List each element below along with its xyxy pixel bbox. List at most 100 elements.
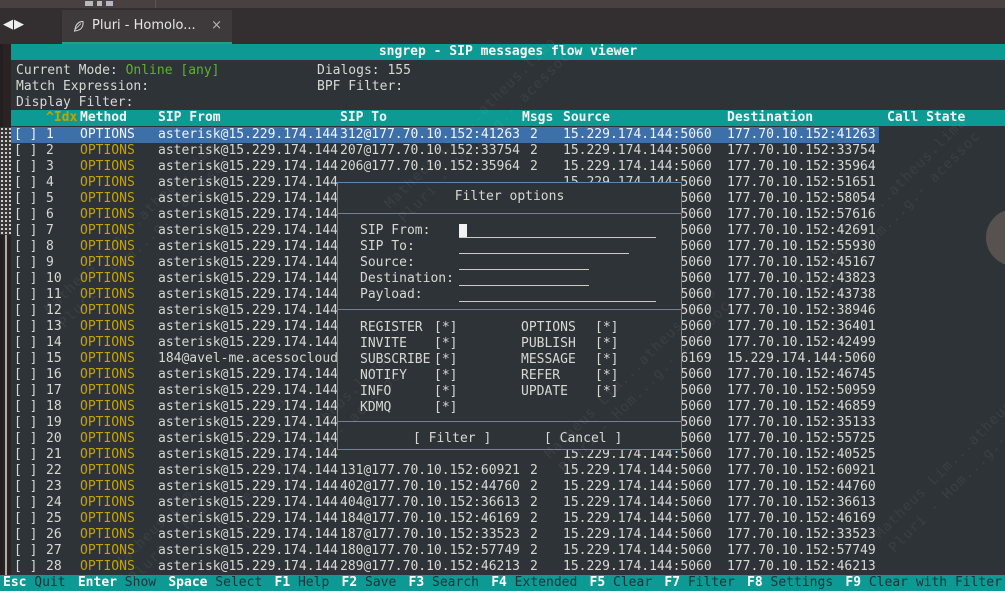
header-sip-from[interactable]: SIP From <box>158 110 221 126</box>
method-checkbox-message[interactable]: [*] <box>595 352 618 368</box>
keybind-label: Quit <box>26 575 65 590</box>
method-checkbox-kdmq[interactable]: [*] <box>434 400 457 416</box>
row-select-checkbox[interactable]: [ ] <box>14 319 37 335</box>
row-select-checkbox[interactable]: [ ] <box>14 479 37 495</box>
keybind-help[interactable]: F1 Help <box>275 575 330 591</box>
keybind-quit[interactable]: Esc Quit <box>3 575 66 591</box>
row-destination: 177.70.10.152:35964 <box>727 159 876 175</box>
keybind-settings[interactable]: F8 Settings <box>747 575 833 591</box>
method-label-register: REGISTER <box>360 320 423 336</box>
payload-input[interactable] <box>459 287 656 302</box>
method-checkbox-subscribe[interactable]: [*] <box>434 352 457 368</box>
tab-nav-arrows-icon[interactable]: ◀▶ <box>3 17 25 33</box>
row-destination: 177.70.10.152:46745 <box>727 367 876 383</box>
header-call-state[interactable]: Call State <box>887 110 965 126</box>
table-row[interactable]: [ ]27OPTIONSasterisk@15.229.174.144180@1… <box>11 543 1005 559</box>
tab-pluri-homolo[interactable]: Pluri - Homolo... × <box>62 10 232 44</box>
row-select-checkbox[interactable]: [ ] <box>14 127 37 143</box>
header-destination[interactable]: Destination <box>727 110 813 126</box>
row-sip-from: asterisk@15.229.174.144 <box>158 399 338 415</box>
row-select-checkbox[interactable]: [ ] <box>14 223 37 239</box>
row-select-checkbox[interactable]: [ ] <box>14 159 37 175</box>
row-select-checkbox[interactable]: [ ] <box>14 335 37 351</box>
row-msgs: 2 <box>530 543 538 559</box>
keybind-clear[interactable]: F5 Clear <box>590 575 653 591</box>
row-select-checkbox[interactable]: [ ] <box>14 207 37 223</box>
row-msgs: 2 <box>530 495 538 511</box>
cancel-button[interactable]: [ Cancel ] <box>544 431 622 447</box>
table-row[interactable]: [ ]2OPTIONSasterisk@15.229.174.144207@17… <box>11 143 1005 159</box>
row-method: OPTIONS <box>80 223 135 239</box>
row-select-checkbox[interactable]: [ ] <box>14 447 37 463</box>
scrollbar[interactable] <box>0 44 11 575</box>
row-select-checkbox[interactable]: [ ] <box>14 543 37 559</box>
method-checkbox-register[interactable]: [*] <box>434 320 457 336</box>
filter-button[interactable]: [ Filter ] <box>413 431 491 447</box>
destination-input[interactable] <box>459 271 589 286</box>
row-select-checkbox[interactable]: [ ] <box>14 191 37 207</box>
table-row[interactable]: [ ]23OPTIONSasterisk@15.229.174.144402@1… <box>11 479 1005 495</box>
keybind-select[interactable]: Space Select <box>168 575 262 591</box>
method-checkbox-update[interactable]: [*] <box>595 384 618 400</box>
row-select-checkbox[interactable]: [ ] <box>14 239 37 255</box>
header-msgs[interactable]: Msgs <box>522 110 553 126</box>
scrollbar-thumb[interactable] <box>0 127 11 235</box>
table-row[interactable]: [ ]25OPTIONSasterisk@15.229.174.144184@1… <box>11 511 1005 527</box>
table-row[interactable]: [ ]22OPTIONSasterisk@15.229.174.144131@1… <box>11 463 1005 479</box>
table-row[interactable]: [ ]3OPTIONSasterisk@15.229.174.144206@17… <box>11 159 1005 175</box>
keybind-search[interactable]: F3 Search <box>409 575 479 591</box>
table-row[interactable]: [ ]24OPTIONSasterisk@15.229.174.144404@1… <box>11 495 1005 511</box>
row-select-checkbox[interactable]: [ ] <box>14 431 37 447</box>
sip-from-input[interactable] <box>459 223 656 238</box>
field-label: Payload: <box>360 287 423 303</box>
method-checkbox-notify[interactable]: [*] <box>434 368 457 384</box>
sip-to-input[interactable] <box>459 239 629 254</box>
row-destination: 177.70.10.152:36401 <box>727 319 876 335</box>
keybind-label: Select <box>207 575 262 590</box>
app-title: sngrep - SIP messages flow viewer <box>11 44 1005 60</box>
keybind-show[interactable]: Enter Show <box>78 575 156 591</box>
row-select-checkbox[interactable]: [ ] <box>14 399 37 415</box>
row-index: 9 <box>46 255 54 271</box>
row-select-checkbox[interactable]: [ ] <box>14 351 37 367</box>
row-select-checkbox[interactable]: [ ] <box>14 383 37 399</box>
row-select-checkbox[interactable]: [ ] <box>14 143 37 159</box>
row-select-checkbox[interactable]: [ ] <box>14 287 37 303</box>
row-select-checkbox[interactable]: [ ] <box>14 255 37 271</box>
tab-close-icon[interactable]: × <box>211 18 222 34</box>
source-input[interactable] <box>459 255 589 270</box>
row-select-checkbox[interactable]: [ ] <box>14 495 37 511</box>
row-select-checkbox[interactable]: [ ] <box>14 303 37 319</box>
method-checkbox-info[interactable]: [*] <box>434 384 457 400</box>
row-sip-from: asterisk@15.229.174.144 <box>158 255 338 271</box>
row-destination: 177.70.10.152:42499 <box>727 335 876 351</box>
method-checkbox-refer[interactable]: [*] <box>595 368 618 384</box>
row-select-checkbox[interactable]: [ ] <box>14 415 37 431</box>
method-checkbox-options[interactable]: [*] <box>595 320 618 336</box>
row-select-checkbox[interactable]: [ ] <box>14 559 37 575</box>
row-select-checkbox[interactable]: [ ] <box>14 175 37 191</box>
header-sip-to[interactable]: SIP To <box>340 110 387 126</box>
row-index: 8 <box>46 239 54 255</box>
keybind-label: Show <box>117 575 156 590</box>
row-select-checkbox[interactable]: [ ] <box>14 463 37 479</box>
keybind-filter[interactable]: F7 Filter <box>664 575 734 591</box>
row-select-checkbox[interactable]: [ ] <box>14 511 37 527</box>
header-source[interactable]: Source <box>563 110 610 126</box>
keybind-extended[interactable]: F4 Extended <box>491 575 577 591</box>
row-index: 20 <box>46 431 62 447</box>
table-row[interactable]: [ ]26OPTIONSasterisk@15.229.174.144187@1… <box>11 527 1005 543</box>
header-method[interactable]: Method <box>80 110 127 126</box>
method-checkbox-publish[interactable]: [*] <box>595 336 618 352</box>
keybind-save[interactable]: F2 Save <box>342 575 397 591</box>
row-select-checkbox[interactable]: [ ] <box>14 527 37 543</box>
table-row[interactable]: [ ]28OPTIONSasterisk@15.229.174.144289@1… <box>11 559 1005 575</box>
keybind-clear-with-filter[interactable]: F9 Clear with Filter <box>845 575 1002 591</box>
row-select-checkbox[interactable]: [ ] <box>14 367 37 383</box>
row-sip-from: asterisk@15.229.174.144 <box>158 495 338 511</box>
header-idx[interactable]: ^Idx <box>46 110 77 126</box>
method-checkbox-invite[interactable]: [*] <box>434 336 457 352</box>
table-row[interactable]: [ ]1OPTIONSasterisk@15.229.174.144312@17… <box>11 127 1005 143</box>
row-source: 15.229.174.144:5060 <box>563 463 712 479</box>
row-select-checkbox[interactable]: [ ] <box>14 271 37 287</box>
